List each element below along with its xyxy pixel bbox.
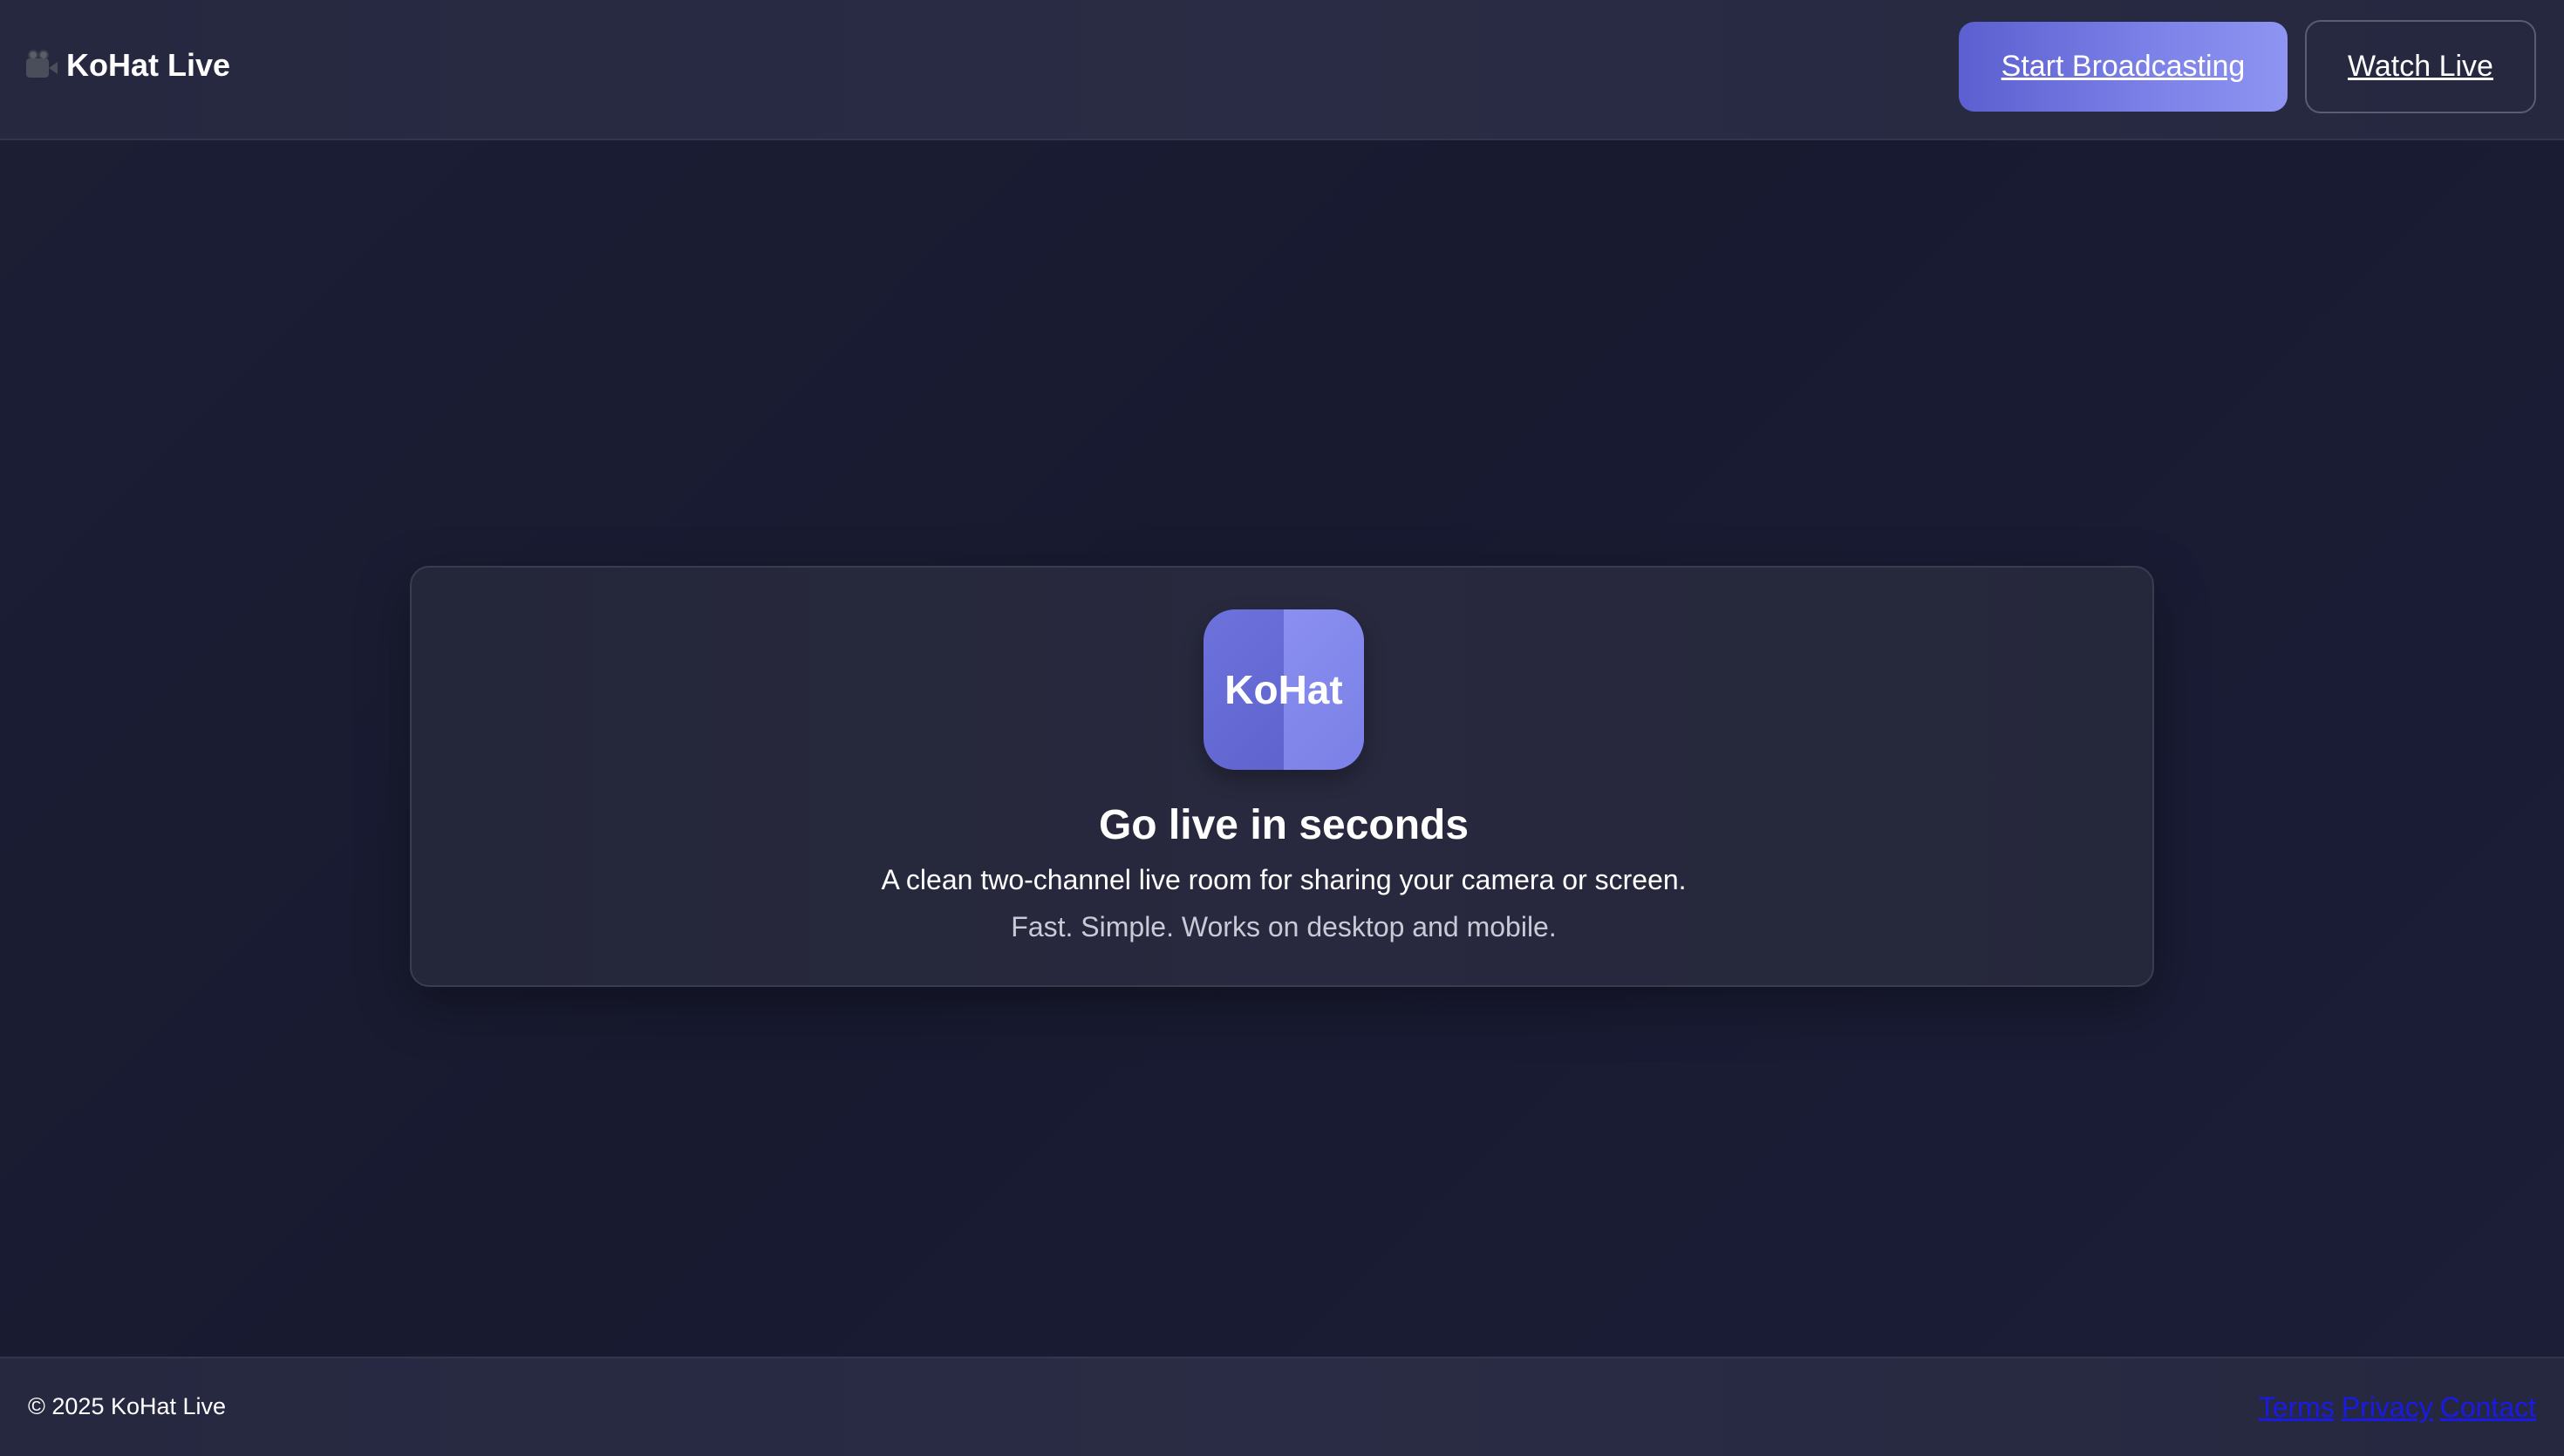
hero-title: Go live in seconds xyxy=(1098,802,1470,848)
copyright-text: © 2025 KoHat Live xyxy=(28,1393,227,1419)
brand[interactable]: KoHat Live xyxy=(26,44,230,87)
watch-live-button[interactable]: Watch Live xyxy=(2305,20,2536,113)
hero-description: A clean two-channel live room for sharin… xyxy=(881,864,1687,895)
logo-text: KoHat xyxy=(1224,667,1343,712)
app-logo: KoHat xyxy=(1204,609,1364,770)
terms-link[interactable]: Terms xyxy=(2259,1391,2335,1424)
start-broadcasting-button[interactable]: Start Broadcasting xyxy=(1959,22,2288,112)
footer: © 2025 KoHat Live Terms Privacy Contact xyxy=(0,1357,2564,1456)
footer-links: Terms Privacy Contact xyxy=(2259,1391,2536,1424)
hero-tagline: Fast. Simple. Works on desktop and mobil… xyxy=(1011,911,1557,942)
movie-camera-icon xyxy=(26,50,59,81)
privacy-link[interactable]: Privacy xyxy=(2342,1391,2433,1424)
hero-card: KoHat Go live in seconds A clean two-cha… xyxy=(410,566,2154,987)
brand-name: KoHat Live xyxy=(66,47,231,83)
top-header: KoHat Live Start Broadcasting Watch Live xyxy=(0,0,2564,140)
contact-link[interactable]: Contact xyxy=(2440,1391,2536,1424)
